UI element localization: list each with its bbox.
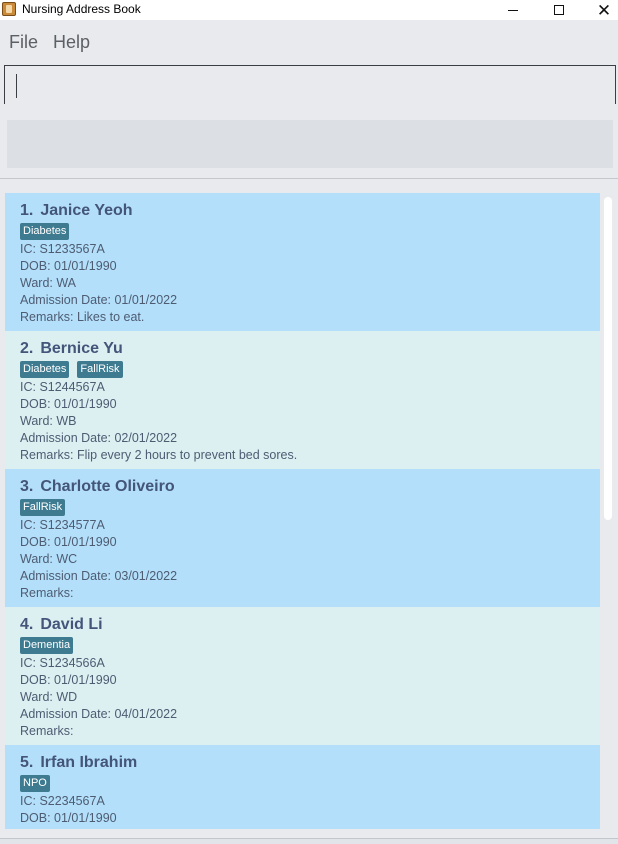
patient-card[interactable]: 1. Janice Yeoh Diabetes IC: S1233567A DOB… [5,193,600,331]
patient-name: 1. Janice Yeoh [20,202,133,220]
tag-list: Diabetes FallRisk [20,361,123,378]
patient-name: 3. Charlotte Oliveiro [20,478,175,496]
patient-card[interactable]: 3. Charlotte Oliveiro FallRisk IC: S12345… [5,469,600,607]
command-input[interactable] [5,66,615,104]
patient-dob: DOB: 01/01/1990 [20,673,117,687]
patient-remarks: Remarks: Flip every 2 hours to prevent b… [20,448,298,462]
patient-index: 4. [20,616,34,633]
patient-ic: IC: S1234577A [20,518,105,532]
patient-admission-date: Admission Date: 04/01/2022 [20,707,178,721]
tag: Diabetes [20,223,70,240]
patient-admission-date: Admission Date: 03/01/2022 [20,569,178,583]
patient-name: 4. David Li [20,616,103,634]
patient-card[interactable]: 5. Irfan Ibrahim NPO IC: S2234567A DOB: 0… [5,745,600,829]
patient-name-text: Irfan Ibrahim [40,754,138,771]
patient-remarks: Remarks: [20,586,74,600]
tag: Dementia [20,637,74,654]
patient-ward: Ward: WD [20,690,78,704]
patient-ic: IC: S1234566A [20,656,105,670]
menu-help[interactable]: Help [53,32,90,53]
patient-name-text: Janice Yeoh [40,202,133,219]
patient-dob: DOB: 01/01/1990 [20,259,117,273]
patient-list[interactable]: 1. Janice Yeoh Diabetes IC: S1233567A DOB… [5,193,617,829]
patient-dob: DOB: 01/01/1990 [20,397,117,411]
patient-index: 3. [20,478,34,495]
patient-name-text: Bernice Yu [40,340,123,357]
tag-list: FallRisk [20,499,66,516]
close-icon: ✕ [596,0,612,20]
address-book-icon [2,2,16,16]
patient-name-text: Charlotte Oliveiro [40,478,175,495]
app-window: Nursing Address Book ✕ File Help 1. Janic… [0,0,618,844]
patient-admission-date: Admission Date: 01/01/2022 [20,293,178,307]
patient-ward: Ward: WB [20,414,77,428]
menu-bar: File Help [0,24,618,60]
close-button[interactable]: ✕ [581,0,618,20]
tag: Diabetes [20,361,70,378]
patient-ic: IC: S1233567A [20,242,105,256]
patient-index: 5. [20,754,34,771]
divider [0,178,618,179]
patient-name-text: David Li [40,616,103,633]
patient-dob: DOB: 01/01/1990 [20,811,117,825]
patient-dob: DOB: 01/01/1990 [20,535,117,549]
patient-card[interactable]: 4. David Li Dementia IC: S1234566A DOB: 0… [5,607,600,745]
text-caret [16,74,17,98]
minimize-button[interactable] [490,0,536,20]
command-box [4,65,616,104]
tag: FallRisk [77,361,123,378]
menu-file[interactable]: File [9,32,38,53]
tag-list: Diabetes [20,223,70,240]
patient-index: 2. [20,340,34,357]
patient-ic: IC: S2234567A [20,794,105,808]
patient-ward: Ward: WC [20,552,78,566]
patient-index: 1. [20,202,34,219]
patient-admission-date: Admission Date: 02/01/2022 [20,431,178,445]
patient-name: 2. Bernice Yu [20,340,123,358]
status-bar [0,838,618,844]
minimize-icon [508,9,518,11]
tag: NPO [20,775,50,792]
maximize-icon [554,5,564,15]
result-display [7,120,613,168]
patient-ward: Ward: WA [20,276,77,290]
patient-remarks: Remarks: [20,724,74,738]
tag: FallRisk [20,499,66,516]
window-title: Nursing Address Book [22,2,141,16]
scrollbar-thumb[interactable] [604,197,612,520]
patient-remarks: Remarks: Likes to eat. [20,310,145,324]
maximize-button[interactable] [536,0,582,20]
patient-card[interactable]: 2. Bernice Yu Diabetes FallRisk IC: S1244… [5,331,600,469]
patient-name: 5. Irfan Ibrahim [20,754,137,772]
tag-list: NPO [20,775,50,792]
tag-list: Dementia [20,637,74,654]
title-bar[interactable]: Nursing Address Book ✕ [0,0,618,20]
patient-ic: IC: S1244567A [20,380,105,394]
